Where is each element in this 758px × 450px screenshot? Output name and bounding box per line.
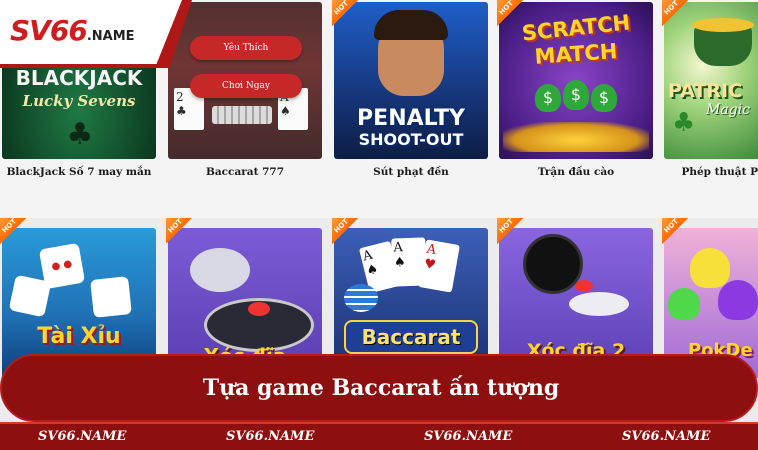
game-art-subtitle: Lucky Sevens — [22, 92, 136, 110]
dice-icon — [8, 274, 52, 318]
banner-title: Tựa game Baccarat ấn tượng — [202, 375, 560, 401]
game-art-subtitle: SHOOT-OUT — [358, 130, 464, 149]
slime-yellow-icon — [690, 248, 730, 288]
caption-banner: Tựa game Baccarat ấn tượng — [0, 354, 758, 422]
club-icon: ♣ — [66, 117, 94, 152]
playing-card-icon: A ♥ — [418, 239, 460, 293]
page: BLACKJACK Lucky Sevens ♣ BlackJack Số 7 … — [0, 0, 758, 450]
favorite-button[interactable]: Yêu Thích — [190, 36, 302, 60]
dice-icon — [90, 276, 132, 318]
slime-green-icon — [668, 288, 700, 320]
game-art-title: PENALTY — [357, 106, 465, 131]
game-title: Sút phạt đền — [373, 166, 449, 178]
coin-red-icon — [248, 302, 270, 316]
hot-badge: HOT — [332, 0, 358, 26]
watermark-text: SV66.NAME — [424, 429, 513, 444]
game-art-title: Baccarat — [361, 325, 461, 349]
logo-text: SV66.NAME — [10, 14, 135, 47]
game-card-patrick-magic[interactable]: PATRIC Magic ♣ HOT Phép thuật P — [662, 0, 758, 210]
slime-purple-icon — [718, 280, 758, 320]
game-title: Baccarat 777 — [205, 166, 285, 178]
game-thumbnail[interactable]: 2♣ A♠ Yêu Thích Chơi Ngay — [168, 2, 322, 159]
hot-badge: HOT — [497, 217, 523, 244]
chip-stack-icon — [344, 284, 378, 312]
gold-coins-icon — [503, 122, 649, 152]
game-title: BlackJack Số 7 may mắn — [6, 166, 152, 178]
watermark-text: SV66.NAME — [38, 429, 127, 444]
black-bowl-icon — [523, 234, 583, 294]
money-bag-icon: $ $ $ — [535, 80, 617, 114]
game-card-penalty[interactable]: PENALTY SHOOT-OUT HOT Sút phạt đền — [332, 0, 490, 210]
hot-badge: HOT — [497, 0, 523, 26]
hot-badge: HOT — [662, 217, 688, 244]
bowl-icon — [190, 248, 250, 292]
game-card-scratch-match[interactable]: SCRATCH MATCH $ $ $ HOT Trận đấu cào — [497, 0, 655, 210]
gold-icon — [692, 18, 754, 32]
hot-badge: HOT — [166, 217, 192, 244]
watermark-text: SV66.NAME — [226, 429, 315, 444]
game-title: Trận đấu cào — [537, 166, 615, 178]
coin-red-icon — [575, 280, 593, 292]
hot-badge: HOT — [0, 217, 26, 244]
game-card-baccarat-777[interactable]: 2♣ A♠ Yêu Thích Chơi Ngay Baccarat 777 — [166, 0, 324, 210]
game-art-title: Tài Xỉu — [37, 324, 121, 349]
game-art-subtitle: Magic — [706, 102, 750, 118]
hot-badge: HOT — [662, 0, 688, 26]
player-hair-icon — [374, 10, 448, 40]
game-art-title: BLACKJACK — [15, 66, 143, 90]
watermark-bar: SV66.NAME SV66.NAME SV66.NAME SV66.NAME — [0, 422, 758, 450]
game-title: Phép thuật P — [681, 166, 758, 178]
sv66-logo[interactable]: SV66.NAME — [0, 0, 182, 64]
watermark-text: SV66.NAME — [622, 429, 711, 444]
clover-icon: ♣ — [672, 108, 696, 138]
plate-icon — [569, 292, 629, 316]
game-art-title: PATRIC — [668, 80, 743, 102]
hot-badge: HOT — [332, 217, 358, 244]
play-now-button[interactable]: Chơi Ngay — [190, 74, 302, 98]
